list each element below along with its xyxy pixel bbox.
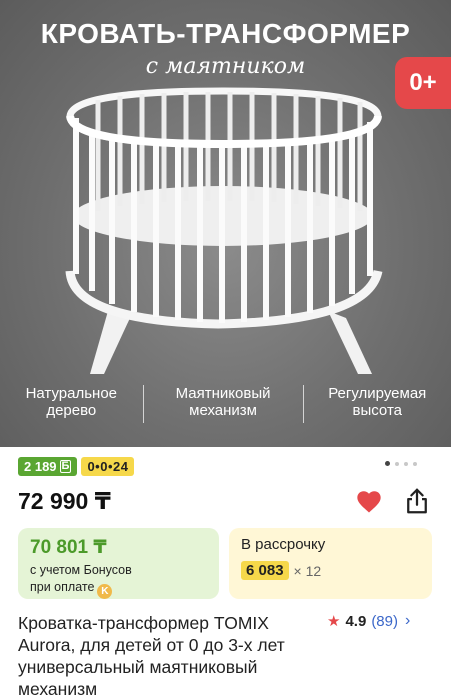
installment-amount: 6 083	[241, 561, 289, 580]
bonus-note-line1: с учетом Бонусов	[30, 563, 132, 577]
rating-value: 4.9	[345, 612, 367, 630]
star-icon: ★	[327, 613, 341, 630]
feature-list: Натуральное дерево Маятниковый механизм …	[0, 385, 451, 435]
product-title: Кроватка-трансформер TOMIX Aurora, для д…	[18, 613, 285, 699]
installment-card[interactable]: В рассрочку 6 083 × 12	[229, 528, 432, 599]
promo-badges: 2 189 Б 0•0•24	[18, 457, 135, 476]
bonus-price: 70 801 ₸	[30, 537, 107, 558]
carousel-dot	[385, 461, 390, 466]
kaspi-coin-icon: K	[97, 584, 113, 599]
bonus-price-card[interactable]: 70 801 ₸ с учетом Бонусов при оплате K	[18, 528, 219, 599]
bonus-note: с учетом Бонусов при оплате K	[30, 562, 207, 599]
feature-pendulum: Маятниковый механизм	[175, 385, 271, 419]
installment-label: В рассрочку	[241, 536, 326, 553]
bonus-note-line2: при оплате	[30, 580, 95, 594]
installment-row: 6 083 × 12	[241, 561, 420, 580]
product-price: 72 990 ₸	[18, 488, 111, 514]
installment-badge: 0•0•24	[81, 457, 135, 476]
bonus-badge: 2 189 Б	[18, 457, 78, 476]
hero-title: КРОВАТЬ-ТРАНСФОРМЕР	[40, 18, 411, 49]
feature-adjustable-height: Регулируемая высота	[328, 385, 427, 419]
chevron-right-icon[interactable]: ›	[405, 612, 410, 630]
carousel-dot	[413, 461, 417, 466]
hero-subtitle: с маятником	[145, 54, 306, 79]
bonus-icon: Б	[59, 460, 72, 473]
share-icon[interactable]	[402, 486, 432, 516]
crib-image	[65, 87, 383, 374]
installment-multiplier: × 12	[293, 562, 322, 579]
favorite-heart-icon[interactable]	[355, 488, 383, 516]
product-image-carousel[interactable]: КРОВАТЬ-ТРАНСФОРМЕР с маятником 0+ Натур…	[0, 0, 451, 447]
feature-natural-wood: Натуральное дерево	[25, 385, 117, 419]
bonus-amount: 2 189	[24, 459, 57, 474]
carousel-indicator	[385, 461, 417, 466]
bonus-note-line2-wrap: при оплате K	[30, 579, 207, 599]
age-rating-badge: 0+	[395, 57, 451, 109]
rating-summary[interactable]: ★ 4.9 (89) ›	[327, 612, 410, 630]
carousel-dot	[395, 461, 399, 466]
review-count[interactable]: (89)	[371, 613, 398, 630]
carousel-dot	[404, 461, 408, 466]
